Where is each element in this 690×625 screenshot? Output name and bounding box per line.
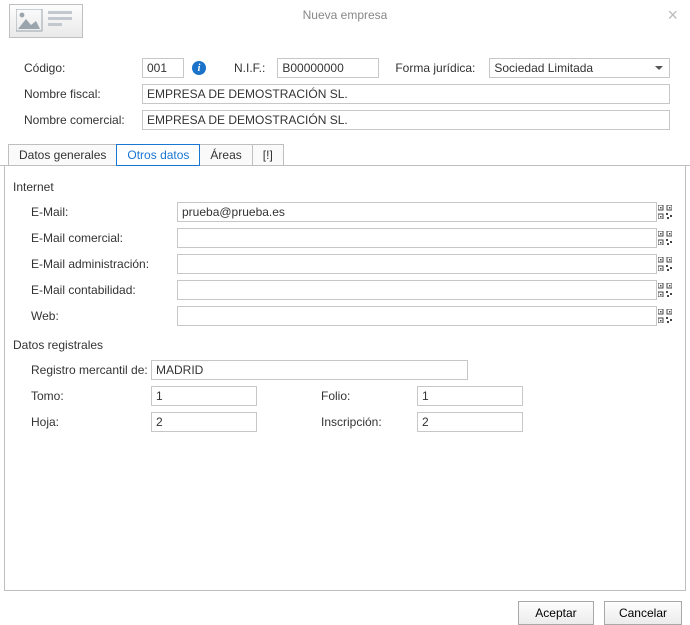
qr-icon[interactable] bbox=[657, 230, 673, 246]
tab-areas[interactable]: Áreas bbox=[199, 144, 252, 166]
nombre-comercial-input[interactable] bbox=[142, 110, 670, 130]
inscripcion-label: Inscripción: bbox=[321, 415, 417, 429]
window-title: Nueva empresa bbox=[303, 8, 388, 22]
hoja-input[interactable] bbox=[151, 412, 257, 432]
qr-icon[interactable] bbox=[657, 204, 673, 220]
codigo-input[interactable] bbox=[142, 58, 184, 78]
qr-icon[interactable] bbox=[657, 282, 673, 298]
tab-panel-otros-datos: Internet E-Mail: E-Mail comercial: E-Mai… bbox=[4, 166, 686, 591]
codigo-label: Código: bbox=[24, 61, 136, 75]
cancelar-button[interactable]: Cancelar bbox=[604, 601, 682, 625]
forma-juridica-select[interactable]: Sociedad Limitada bbox=[489, 58, 670, 78]
inscripcion-input[interactable] bbox=[417, 412, 523, 432]
tomo-input[interactable] bbox=[151, 386, 257, 406]
email-cont-input[interactable] bbox=[177, 280, 657, 300]
tab-otros-datos[interactable]: Otros datos bbox=[116, 144, 200, 166]
email-admin-label: E-Mail administración: bbox=[31, 257, 177, 271]
internet-section-title: Internet bbox=[13, 180, 677, 194]
tab-datos-generales[interactable]: Datos generales bbox=[8, 144, 117, 166]
close-icon[interactable]: × bbox=[667, 6, 678, 24]
hoja-label: Hoja: bbox=[31, 415, 151, 429]
registrales-section-title: Datos registrales bbox=[13, 338, 677, 352]
email-cont-label: E-Mail contabilidad: bbox=[31, 283, 177, 297]
qr-icon[interactable] bbox=[657, 256, 673, 272]
folio-label: Folio: bbox=[321, 389, 417, 403]
folio-input[interactable] bbox=[417, 386, 523, 406]
registro-mercantil-label: Registro mercantil de: bbox=[31, 363, 151, 377]
qr-icon[interactable] bbox=[657, 308, 673, 324]
email-label: E-Mail: bbox=[31, 205, 177, 219]
aceptar-button[interactable]: Aceptar bbox=[518, 601, 594, 625]
web-input[interactable] bbox=[177, 306, 657, 326]
registro-mercantil-input[interactable] bbox=[151, 360, 468, 380]
email-admin-input[interactable] bbox=[177, 254, 657, 274]
nombre-fiscal-label: Nombre fiscal: bbox=[24, 87, 136, 101]
chevron-down-icon bbox=[655, 66, 663, 70]
forma-juridica-label: Forma jurídica: bbox=[395, 61, 475, 75]
tomo-label: Tomo: bbox=[31, 389, 151, 403]
info-icon[interactable]: i bbox=[192, 61, 206, 75]
nif-input[interactable] bbox=[277, 58, 379, 78]
email-comercial-input[interactable] bbox=[177, 228, 657, 248]
email-input[interactable] bbox=[177, 202, 657, 222]
forma-juridica-value: Sociedad Limitada bbox=[494, 61, 593, 75]
iconbox-placeholder bbox=[9, 4, 83, 38]
email-comercial-label: E-Mail comercial: bbox=[31, 231, 177, 245]
nif-label: N.I.F.: bbox=[234, 61, 265, 75]
web-label: Web: bbox=[31, 309, 177, 323]
nombre-comercial-label: Nombre comercial: bbox=[24, 113, 136, 127]
nombre-fiscal-input[interactable] bbox=[142, 84, 670, 104]
tab-alert[interactable]: [!] bbox=[252, 144, 284, 166]
